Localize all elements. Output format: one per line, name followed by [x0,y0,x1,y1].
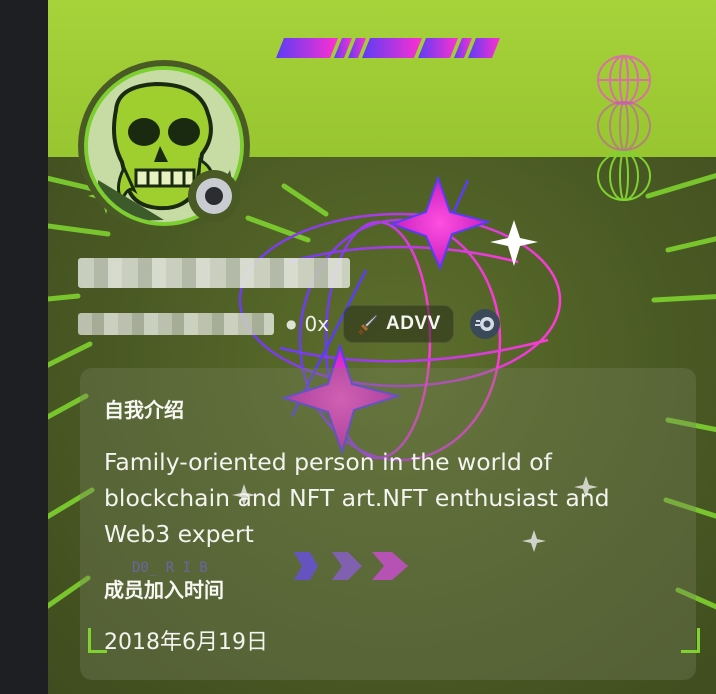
handle-suffix: 0x [304,312,330,336]
left-rail [0,0,48,694]
display-name-redacted [78,258,350,288]
profile-card: D0_ R I B ● 0x ADVV 自我介绍 Family-oriented… [48,0,716,694]
nitro-badge[interactable] [469,309,500,339]
member-since-date: 2018年6月19日 [104,630,268,655]
nitro-badge-icon [474,317,494,331]
about-panel: 自我介绍 Family-oriented person in the world… [80,368,700,680]
status-indicator [188,170,240,222]
server-tag-chip[interactable]: ADVV [343,305,454,343]
separator-dot: ● [286,317,297,331]
username-redacted [78,313,274,335]
about-title: 自我介绍 [104,398,184,422]
offline-status-icon [196,178,232,214]
corner-bracket-right [681,628,700,653]
member-since-title: 成员加入时间 [104,578,224,602]
corner-bracket-left [88,628,107,653]
bio-text: Family-oriented person in the world of b… [104,448,610,548]
sword-icon [358,314,378,335]
server-tag-label: ADVV [386,313,441,334]
handle-row: ● 0x ADVV [78,305,538,343]
